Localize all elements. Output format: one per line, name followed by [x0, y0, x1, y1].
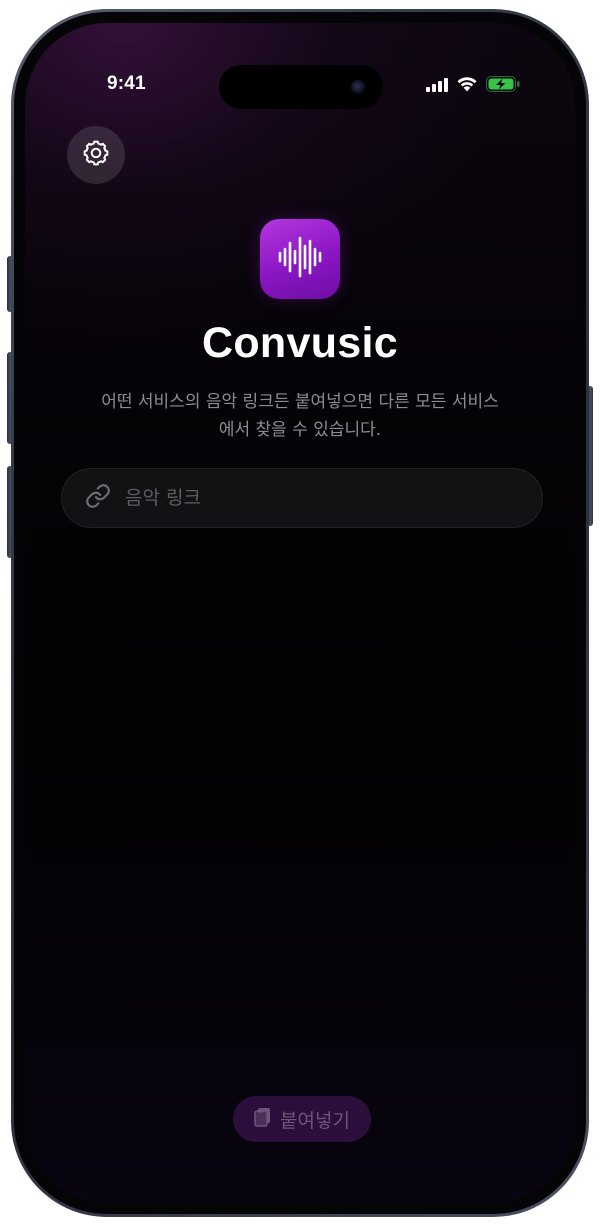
- app-screen: 9:41 Convusic 어떤 서비스의 음악 링크든 붙여넣으면 다른 모든…: [25, 23, 575, 1203]
- front-camera: [351, 80, 365, 94]
- wifi-icon: [456, 76, 478, 96]
- app-logo: [260, 219, 340, 299]
- app-title: Convusic: [202, 319, 398, 367]
- battery-charging-icon: [486, 76, 520, 96]
- status-time: 9:41: [107, 73, 146, 94]
- paste-button-label: 붙여넣기: [280, 1109, 350, 1132]
- gear-icon: [80, 137, 112, 173]
- phone-bezel: 9:41 Convusic 어떤 서비스의 음악 링크든 붙여넣으면 다른 모든…: [14, 12, 586, 1214]
- clipboard-icon: [254, 1107, 272, 1131]
- music-link-field[interactable]: [61, 468, 543, 528]
- phone-frame: 9:41 Convusic 어떤 서비스의 음악 링크든 붙여넣으면 다른 모든…: [11, 9, 589, 1217]
- status-icons: [426, 76, 520, 96]
- paste-button[interactable]: 붙여넣기: [233, 1096, 371, 1142]
- app-description: 어떤 서비스의 음악 링크든 붙여넣으면 다른 모든 서비스에서 찾을 수 있습…: [101, 392, 499, 440]
- dynamic-island: [219, 65, 383, 109]
- device-mockup: 9:41 Convusic 어떤 서비스의 음악 링크든 붙여넣으면 다른 모든…: [0, 0, 600, 1226]
- link-icon: [85, 483, 111, 513]
- waveform-icon: [275, 232, 325, 286]
- cellular-signal-icon: [426, 77, 448, 96]
- settings-button[interactable]: [67, 126, 125, 184]
- music-link-input[interactable]: [123, 486, 507, 510]
